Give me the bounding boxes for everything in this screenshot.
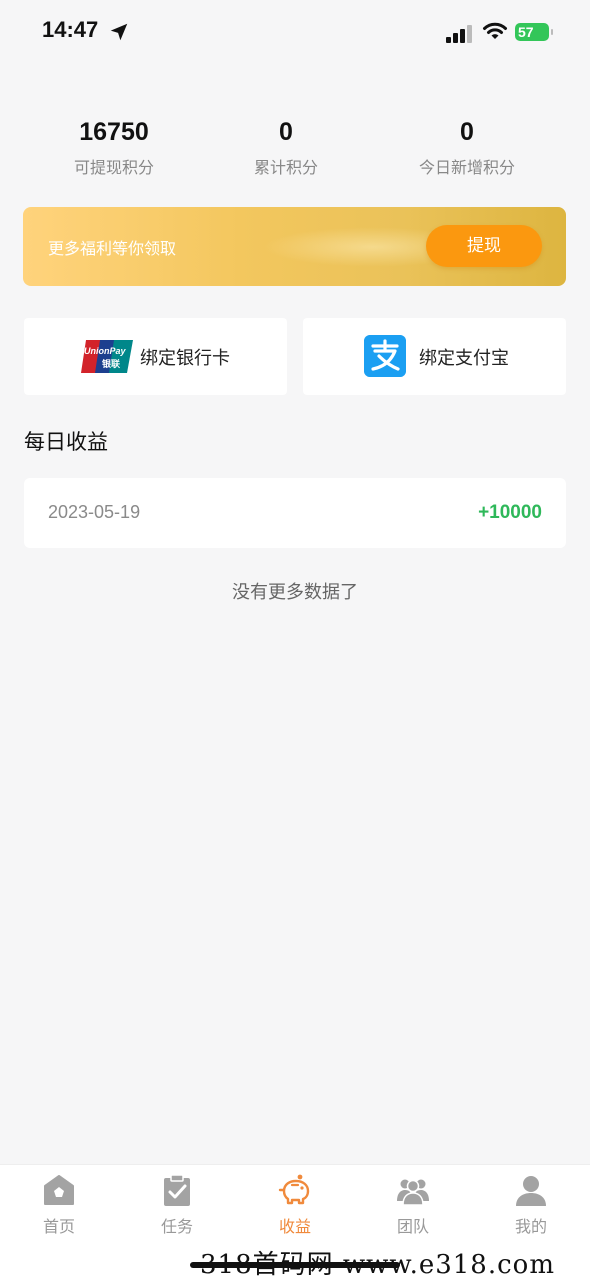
tab-home[interactable]: 首页 [0, 1173, 118, 1243]
svg-text:UnionPay: UnionPay [84, 346, 127, 356]
banner-text: 更多福利等你领取 [48, 239, 177, 258]
battery-icon: 57 [515, 23, 553, 41]
stat-value: 0 [279, 118, 293, 146]
stat-value: 16750 [79, 118, 149, 146]
points-summary: 16750 可提现积分 0 累计积分 0 今日新增积分 [0, 110, 590, 190]
tab-team[interactable]: 团队 [354, 1173, 472, 1243]
piggy-bank-icon [278, 1174, 310, 1205]
unionpay-logo-icon: UnionPay 银联 [81, 340, 133, 373]
tab-label: 我的 [514, 1217, 547, 1236]
bind-alipay-button[interactable]: 绑定支付宝 [303, 318, 566, 395]
tab-tasks[interactable]: 任务 [118, 1173, 236, 1243]
tab-label: 团队 [396, 1217, 429, 1236]
stat-withdrawable: 16750 可提现积分 [14, 110, 214, 178]
no-more-data-text: 没有更多数据了 [232, 582, 358, 603]
cellular-signal-icon [446, 25, 472, 43]
stat-today: 0 今日新增积分 [367, 110, 567, 178]
stat-value: 0 [460, 118, 474, 146]
home-indicator[interactable] [190, 1262, 400, 1268]
tab-profile[interactable]: 我的 [472, 1173, 590, 1243]
stat-label: 可提现积分 [73, 158, 154, 177]
status-bar: 14:47 57 [0, 0, 590, 70]
home-icon [44, 1175, 74, 1205]
record-amount: +10000 [478, 502, 542, 523]
stat-total: 0 累计积分 [186, 110, 386, 178]
bind-alipay-label: 绑定支付宝 [419, 348, 509, 369]
wifi-icon [483, 22, 507, 39]
record-date: 2023-05-19 [48, 502, 141, 522]
tab-label: 任务 [160, 1217, 193, 1236]
task-clipboard-icon [164, 1174, 190, 1206]
alipay-logo-icon [364, 335, 406, 377]
status-time: 14:47 [42, 17, 99, 42]
tab-earnings[interactable]: 收益 [236, 1173, 354, 1243]
team-icon [397, 1179, 429, 1206]
tab-label: 首页 [42, 1217, 75, 1236]
stat-label: 累计积分 [253, 158, 318, 177]
battery-level: 57 [518, 24, 534, 40]
stat-label: 今日新增积分 [418, 158, 515, 177]
withdraw-banner: 更多福利等你领取 提现 [23, 207, 566, 286]
bind-bank-card-button[interactable]: UnionPay 银联 绑定银行卡 [24, 318, 287, 395]
location-arrow-icon [110, 23, 128, 41]
bind-bank-label: 绑定银行卡 [140, 348, 230, 369]
earnings-record-row: 2023-05-19 +10000 [24, 478, 566, 548]
daily-earnings-title: 每日收益 [24, 430, 108, 454]
tab-label: 收益 [278, 1217, 311, 1236]
svg-text:银联: 银联 [102, 358, 121, 370]
withdraw-button[interactable]: 提现 [426, 225, 542, 267]
profile-icon [516, 1176, 546, 1206]
